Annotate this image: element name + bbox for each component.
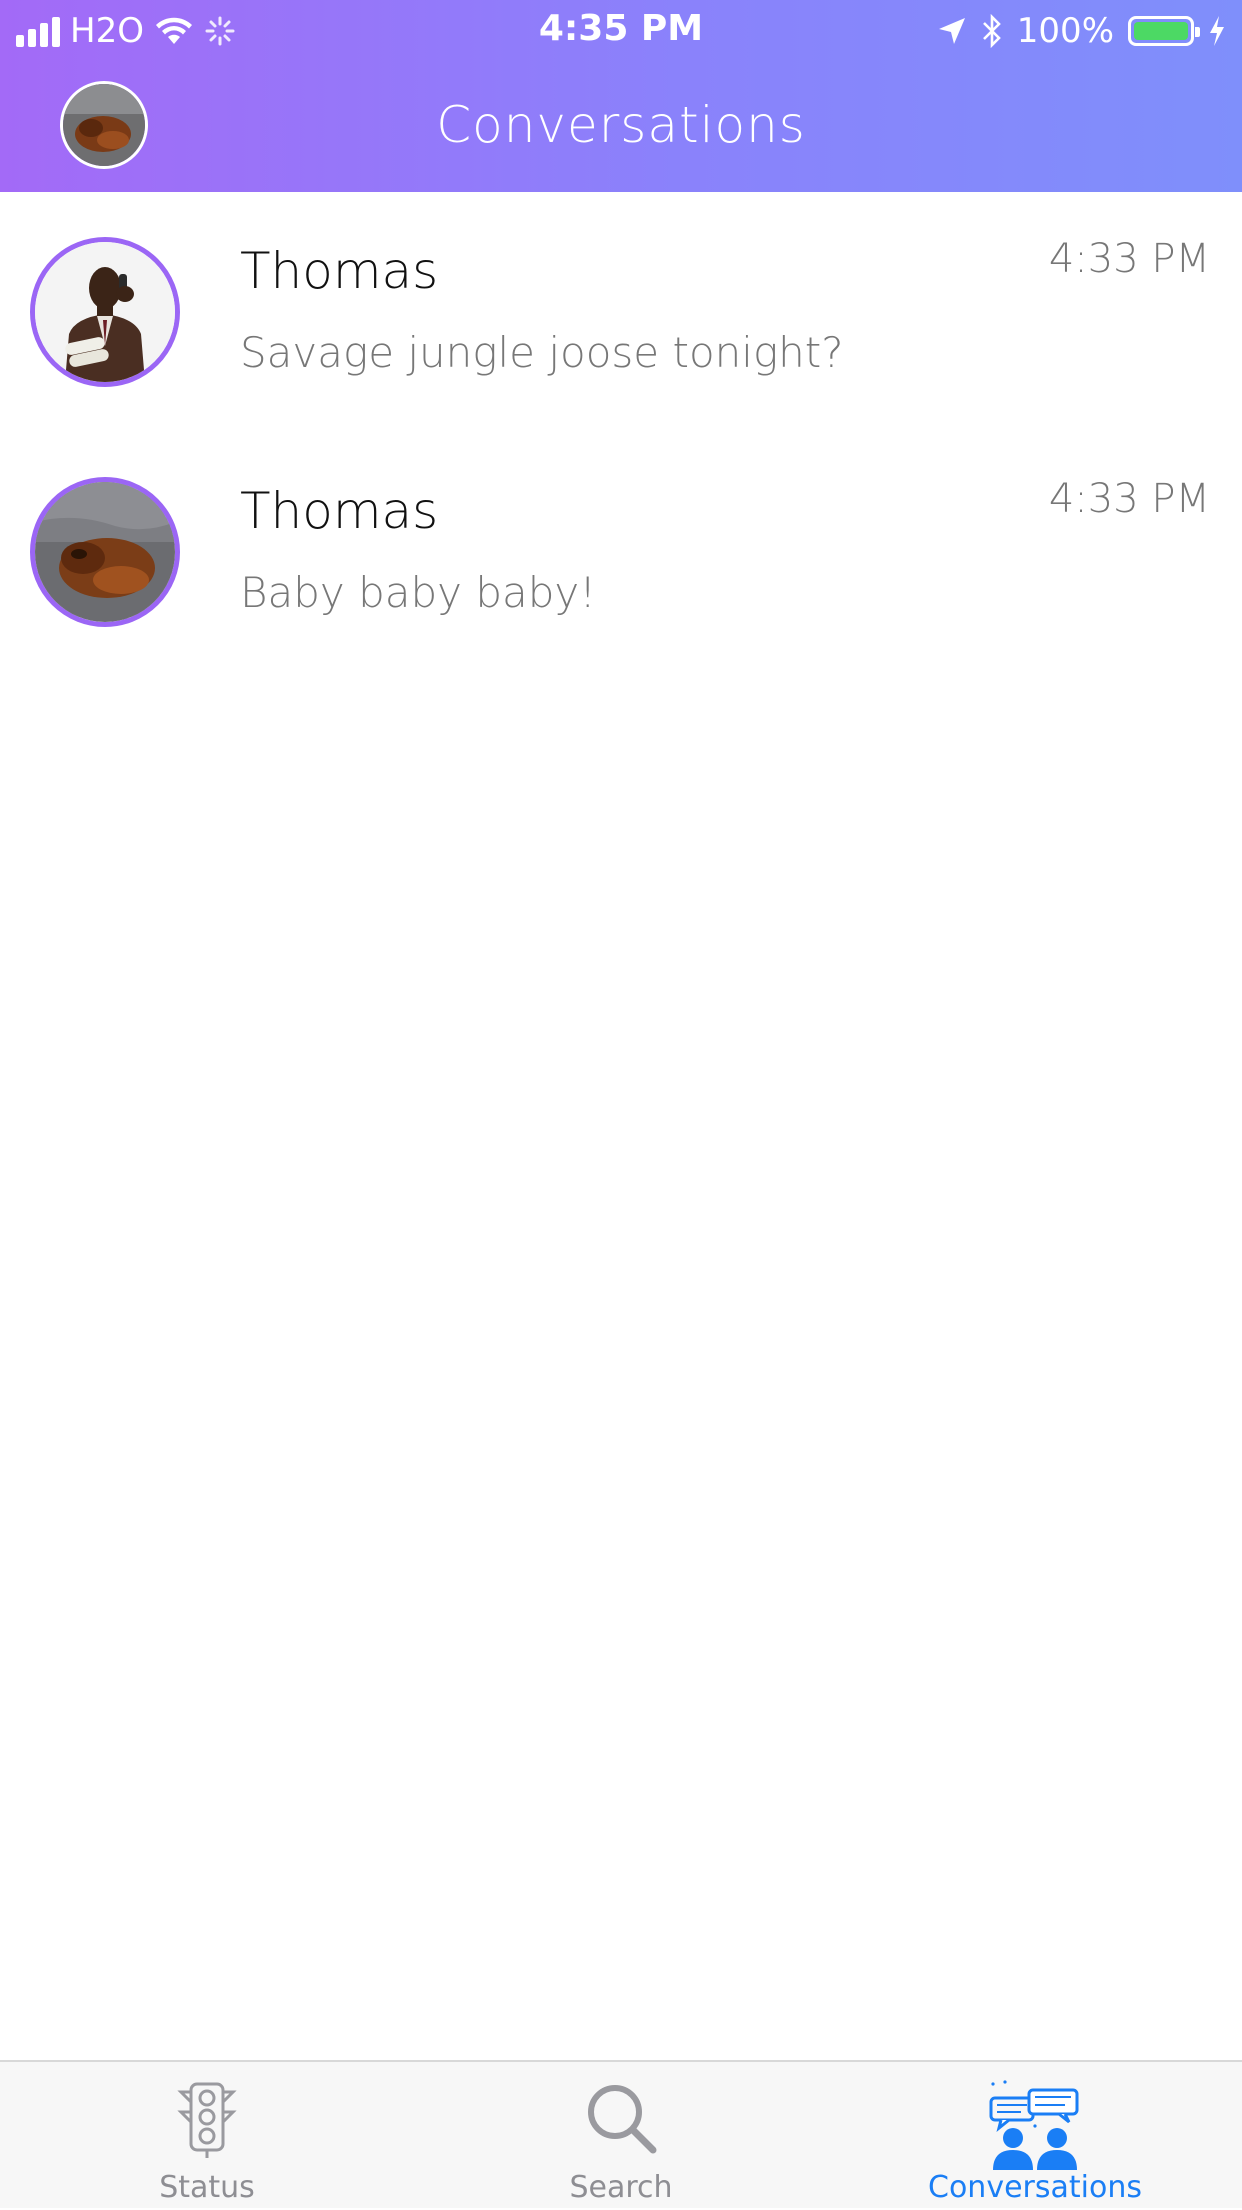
tab-bar: Status Search Conversations [0, 2060, 1242, 2208]
battery-icon [1128, 16, 1200, 46]
charging-bolt-icon [1210, 16, 1224, 46]
tab-label: Search [569, 2170, 673, 2205]
conversations-icon [989, 2080, 1079, 2170]
man-on-phone-photo-icon [35, 242, 175, 382]
conversation-row[interactable]: Thomas Savage jungle joose tonight? 4:33… [0, 192, 1242, 432]
contact-avatar [30, 237, 180, 387]
dog-sleeping-photo-icon [35, 482, 175, 622]
status-bar-right: 100% [937, 8, 1226, 54]
status-bar: H2O 4:35 PM 100% [0, 0, 1242, 62]
tab-search[interactable]: Search [414, 2062, 828, 2210]
message-time: 4:33 PM [1048, 476, 1210, 522]
page-title: Conversations [436, 96, 806, 154]
traffic-light-icon [177, 2082, 237, 2158]
battery-percent: 100% [1016, 11, 1114, 51]
conversation-row[interactable]: Thomas Baby baby baby! 4:33 PM [0, 432, 1242, 672]
bluetooth-icon [982, 14, 1001, 48]
tab-status[interactable]: Status [0, 2062, 414, 2210]
message-preview: Baby baby baby! [240, 568, 597, 617]
tab-conversations[interactable]: Conversations [828, 2062, 1242, 2210]
search-icon [588, 2085, 657, 2154]
contact-name: Thomas [240, 482, 439, 540]
contact-name: Thomas [240, 242, 439, 300]
message-time: 4:33 PM [1048, 236, 1210, 282]
tab-label: Status [159, 2170, 255, 2205]
message-preview: Savage jungle joose tonight? [240, 328, 844, 377]
location-arrow-icon [938, 18, 965, 44]
contact-avatar [30, 477, 180, 627]
app-header: H2O 4:35 PM 100% Conversations [0, 0, 1242, 192]
tab-label: Conversations [928, 2170, 1142, 2205]
